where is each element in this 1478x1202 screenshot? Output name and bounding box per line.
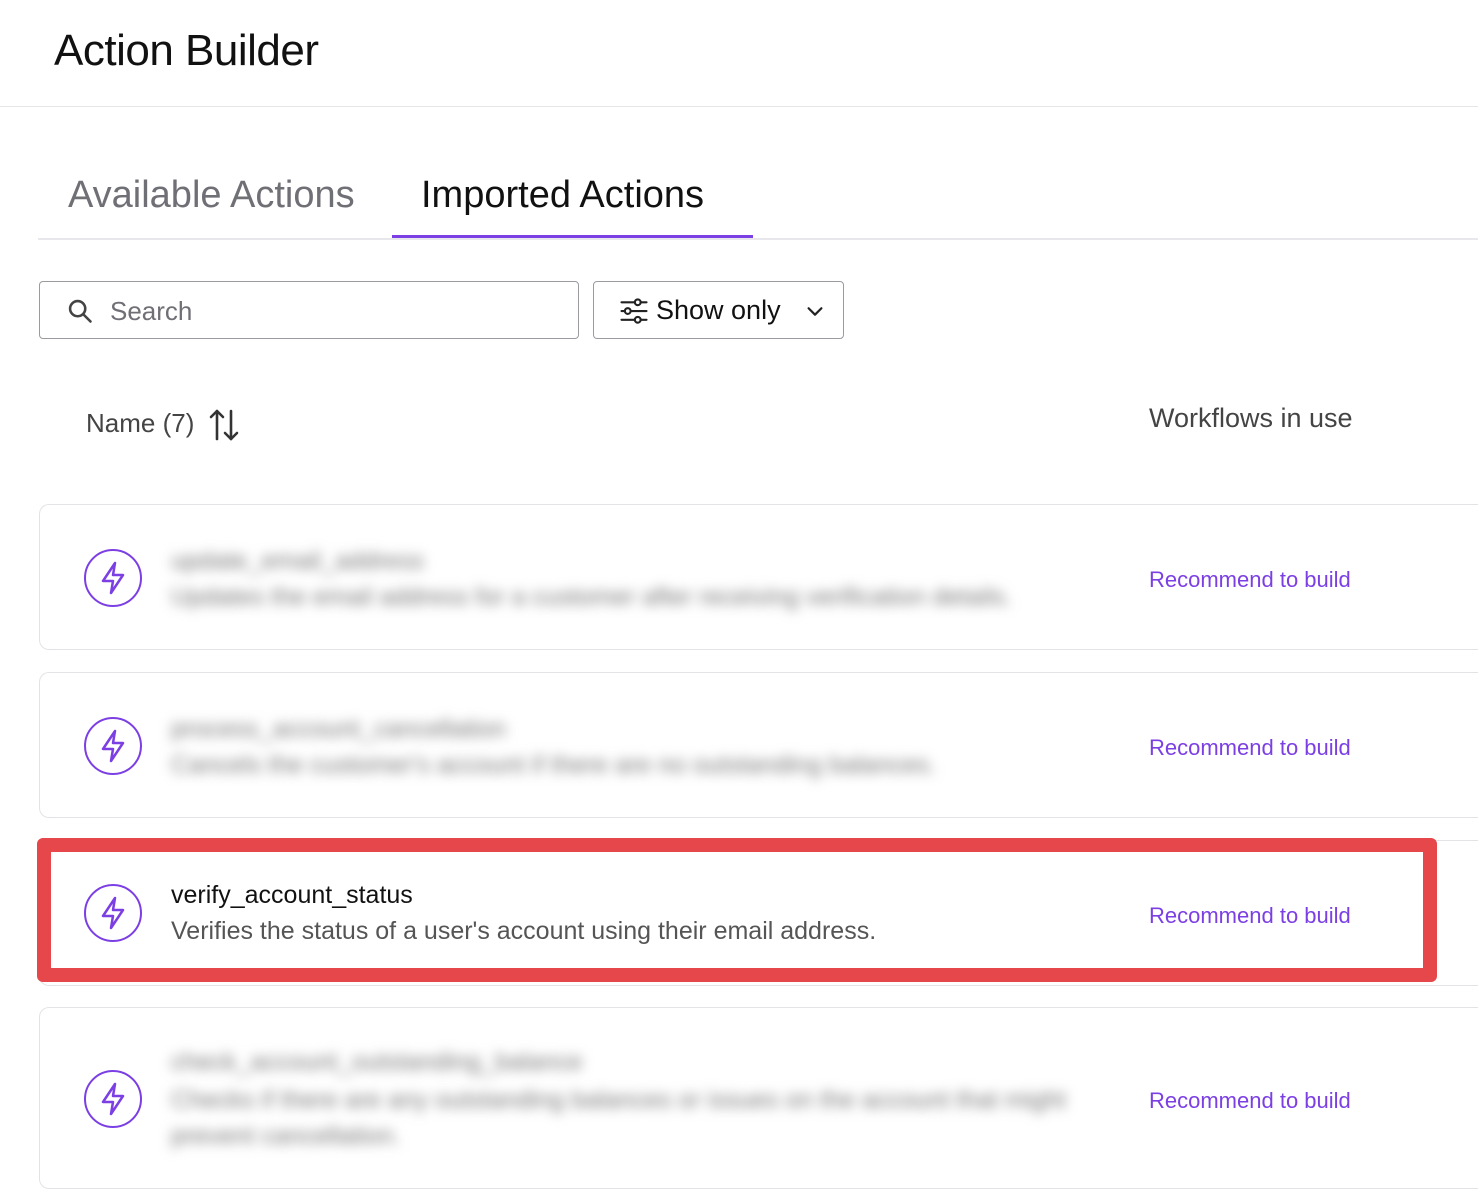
search-box[interactable] <box>39 281 579 339</box>
search-icon <box>68 299 92 323</box>
column-header-name: Name (7) <box>86 408 195 438</box>
filter-sliders-icon <box>620 298 648 324</box>
action-name: update_email_address <box>171 547 424 575</box>
action-name: check_account_outstanding_balance <box>171 1048 583 1076</box>
chevron-down-icon <box>807 307 823 316</box>
action-description: Cancels the customer's account if there … <box>171 751 936 779</box>
action-description: Checks if there are any outstanding bala… <box>171 1086 1066 1150</box>
search-input[interactable] <box>108 290 562 332</box>
tab-available-actions[interactable]: Available Actions <box>68 174 355 217</box>
show-only-dropdown[interactable]: Show only <box>593 281 844 339</box>
lightning-bolt-icon <box>84 884 142 942</box>
action-name: verify_account_status <box>171 881 413 909</box>
action-description: Verifies the status of a user's account … <box>171 917 877 945</box>
action-row[interactable]: process_account_cancellation Cancels the… <box>39 672 1478 818</box>
page-title: Action Builder <box>54 26 319 75</box>
action-row[interactable]: verify_account_status Verifies the statu… <box>39 840 1478 986</box>
tab-bar: Available Actions Imported Actions <box>38 160 1478 240</box>
action-builder-page: Action Builder Available Actions Importe… <box>0 0 1478 1202</box>
action-row[interactable]: check_account_outstanding_balance Checks… <box>39 1007 1478 1189</box>
recommend-to-build-link[interactable]: Recommend to build <box>1149 567 1351 593</box>
lightning-bolt-icon <box>84 549 142 607</box>
page-header: Action Builder <box>0 0 1478 107</box>
tab-imported-actions[interactable]: Imported Actions <box>421 174 704 217</box>
recommend-to-build-link[interactable]: Recommend to build <box>1149 735 1351 761</box>
recommend-to-build-link[interactable]: Recommend to build <box>1149 903 1351 929</box>
lightning-bolt-icon <box>84 717 142 775</box>
action-description: Updates the email address for a customer… <box>171 583 1012 611</box>
column-header-workflows: Workflows in use <box>1149 403 1353 433</box>
sort-arrows-icon[interactable] <box>208 407 240 443</box>
action-name: process_account_cancellation <box>171 715 506 743</box>
recommend-to-build-link[interactable]: Recommend to build <box>1149 1088 1351 1114</box>
lightning-bolt-icon <box>84 1070 142 1128</box>
active-tab-indicator <box>392 235 753 238</box>
show-only-label: Show only <box>656 295 781 325</box>
action-row[interactable]: update_email_address Updates the email a… <box>39 504 1478 650</box>
